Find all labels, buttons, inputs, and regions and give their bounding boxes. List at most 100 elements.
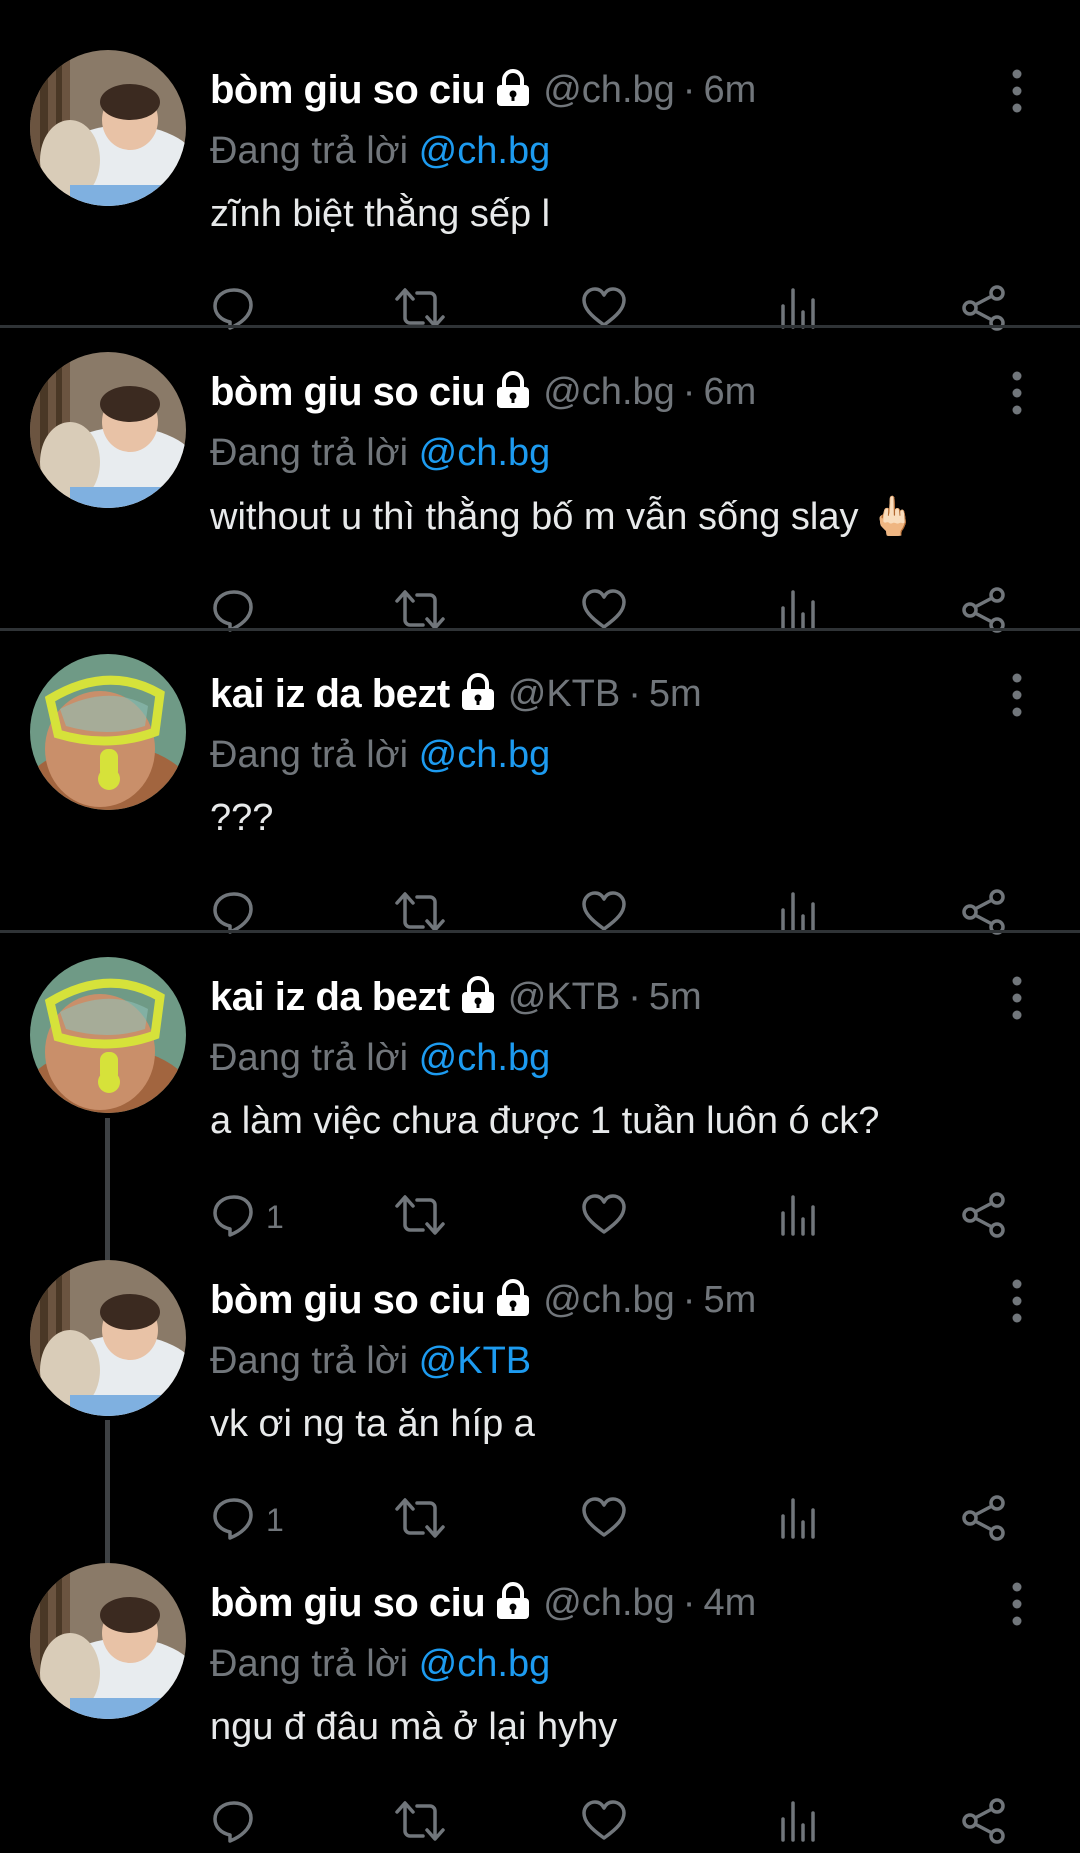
mention-link[interactable]: @ch.bg bbox=[419, 130, 551, 172]
display-name[interactable]: bòm giu so ciu bbox=[210, 1581, 486, 1626]
share-button[interactable] bbox=[960, 582, 1008, 642]
tweet[interactable]: bòm giu so ciu @ch.bg · 6m Đang trả lời … bbox=[0, 332, 1080, 633]
avatar[interactable] bbox=[30, 654, 186, 810]
views-button[interactable] bbox=[775, 582, 823, 642]
tweet-actions bbox=[210, 280, 1030, 340]
timestamp[interactable]: 6m bbox=[703, 371, 756, 414]
reply-button[interactable] bbox=[210, 280, 266, 340]
tweet-header: bòm giu so ciu @ch.bg · 5m bbox=[210, 1270, 756, 1330]
avatar[interactable] bbox=[30, 352, 186, 508]
retweet-button[interactable] bbox=[393, 884, 447, 944]
tweet-header: bòm giu so ciu @ch.bg · 4m bbox=[210, 1573, 756, 1633]
views-button[interactable] bbox=[775, 1187, 823, 1247]
display-name[interactable]: kai iz da bezt bbox=[210, 672, 450, 717]
avatar[interactable] bbox=[30, 50, 186, 206]
more-icon[interactable] bbox=[1000, 368, 1034, 418]
handle[interactable]: @ch.bg bbox=[543, 1582, 675, 1625]
views-button[interactable] bbox=[775, 1793, 823, 1853]
replying-to-label: Đang trả lời bbox=[210, 1340, 409, 1382]
like-button[interactable] bbox=[580, 884, 628, 944]
retweet-button[interactable] bbox=[393, 1187, 447, 1247]
reply-button[interactable] bbox=[210, 582, 266, 642]
handle[interactable]: @KTB bbox=[508, 976, 620, 1019]
views-button[interactable] bbox=[775, 884, 823, 944]
reply-icon bbox=[210, 284, 258, 337]
replying-to: Đang trả lời @ch.bg bbox=[210, 1643, 550, 1686]
timestamp[interactable]: 5m bbox=[703, 1279, 756, 1322]
display-name[interactable]: bòm giu so ciu bbox=[210, 68, 486, 113]
display-name[interactable]: bòm giu so ciu bbox=[210, 370, 486, 415]
retweet-button[interactable] bbox=[393, 582, 447, 642]
lock-icon bbox=[493, 1278, 533, 1322]
tweet[interactable]: bòm giu so ciu @ch.bg · 6m Đang trả lời … bbox=[0, 30, 1080, 331]
views-button[interactable] bbox=[775, 280, 823, 340]
handle[interactable]: @ch.bg bbox=[543, 1279, 675, 1322]
tweet[interactable]: kai iz da bezt @KTB · 5m Đang trả lời @c… bbox=[0, 634, 1080, 935]
avatar[interactable] bbox=[30, 1563, 186, 1719]
avatar[interactable] bbox=[30, 1260, 186, 1416]
timestamp[interactable]: 5m bbox=[649, 976, 702, 1019]
mention-link[interactable]: @ch.bg bbox=[419, 1037, 551, 1079]
reply-button[interactable] bbox=[210, 1793, 266, 1853]
views-icon bbox=[775, 1494, 823, 1547]
tweet-text: ngu đ đâu mà ở lại hyhy bbox=[210, 1706, 618, 1748]
tweet-text: ??? bbox=[210, 797, 274, 839]
like-button[interactable] bbox=[580, 582, 628, 642]
avatar[interactable] bbox=[30, 957, 186, 1113]
tweet-text: vk ơi ng ta ăn híp a bbox=[210, 1403, 535, 1445]
retweet-button[interactable] bbox=[393, 1793, 447, 1853]
reply-button[interactable]: 1 bbox=[210, 1490, 284, 1550]
lock-icon bbox=[458, 672, 498, 716]
replying-to: Đang trả lời @KTB bbox=[210, 1340, 531, 1383]
share-button[interactable] bbox=[960, 1490, 1008, 1550]
mention-link[interactable]: @ch.bg bbox=[419, 1643, 551, 1685]
retweet-button[interactable] bbox=[393, 1490, 447, 1550]
display-name[interactable]: kai iz da bezt bbox=[210, 975, 450, 1020]
tweet-text: a làm việc chưa được 1 tuần luôn ó ck? bbox=[210, 1100, 880, 1142]
share-button[interactable] bbox=[960, 280, 1008, 340]
mention-link[interactable]: @KTB bbox=[419, 1340, 531, 1382]
like-button[interactable] bbox=[580, 280, 628, 340]
share-button[interactable] bbox=[960, 1187, 1008, 1247]
tweet-text: zĩnh biệt thằng sếp l bbox=[210, 193, 551, 235]
handle[interactable]: @ch.bg bbox=[543, 69, 675, 112]
separator-dot: · bbox=[682, 1581, 696, 1624]
lock-icon bbox=[493, 370, 533, 414]
reply-icon bbox=[210, 1191, 258, 1244]
timestamp[interactable]: 5m bbox=[649, 673, 702, 716]
retweet-button[interactable] bbox=[393, 280, 447, 340]
mention-link[interactable]: @ch.bg bbox=[419, 432, 551, 474]
tweet-header: kai iz da bezt @KTB · 5m bbox=[210, 967, 702, 1027]
retweet-icon bbox=[393, 1797, 447, 1850]
tweet[interactable]: bòm giu so ciu @ch.bg · 5m Đang trả lời … bbox=[0, 1240, 1080, 1541]
more-icon[interactable] bbox=[1000, 973, 1034, 1023]
reply-button[interactable] bbox=[210, 884, 266, 944]
views-button[interactable] bbox=[775, 1490, 823, 1550]
timestamp[interactable]: 4m bbox=[703, 1582, 756, 1625]
more-icon[interactable] bbox=[1000, 1276, 1034, 1326]
like-button[interactable] bbox=[580, 1490, 628, 1550]
like-icon bbox=[580, 1797, 628, 1850]
views-icon bbox=[775, 284, 823, 337]
share-button[interactable] bbox=[960, 1793, 1008, 1853]
like-button[interactable] bbox=[580, 1187, 628, 1247]
timestamp[interactable]: 6m bbox=[703, 69, 756, 112]
display-name[interactable]: bòm giu so ciu bbox=[210, 1278, 486, 1323]
share-button[interactable] bbox=[960, 884, 1008, 944]
mention-link[interactable]: @ch.bg bbox=[419, 734, 551, 776]
reply-count: 1 bbox=[266, 1501, 284, 1538]
more-icon[interactable] bbox=[1000, 1579, 1034, 1629]
reply-count: 1 bbox=[266, 1198, 284, 1235]
handle[interactable]: @ch.bg bbox=[543, 371, 675, 414]
more-icon[interactable] bbox=[1000, 66, 1034, 116]
replying-to: Đang trả lời @ch.bg bbox=[210, 432, 550, 475]
tweet[interactable]: kai iz da bezt @KTB · 5m Đang trả lời @c… bbox=[0, 937, 1080, 1238]
tweet-header: bòm giu so ciu @ch.bg · 6m bbox=[210, 60, 756, 120]
separator-dot: · bbox=[628, 975, 641, 1018]
like-icon bbox=[580, 1191, 628, 1244]
like-button[interactable] bbox=[580, 1793, 628, 1853]
more-icon[interactable] bbox=[1000, 670, 1034, 720]
reply-button[interactable]: 1 bbox=[210, 1187, 284, 1247]
handle[interactable]: @KTB bbox=[508, 673, 620, 716]
tweet[interactable]: bòm giu so ciu @ch.bg · 4m Đang trả lời … bbox=[0, 1543, 1080, 1844]
